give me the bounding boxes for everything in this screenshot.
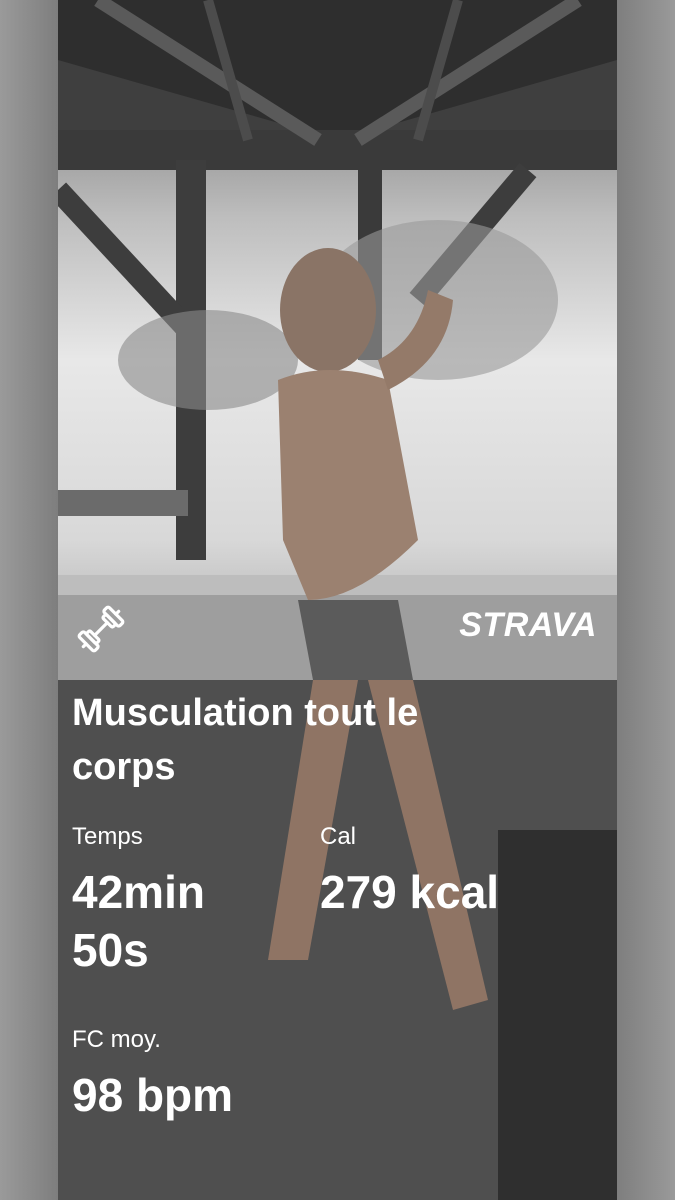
stat-time-label: Temps <box>72 823 143 850</box>
stat-calories: Cal 279 kcal <box>320 823 600 921</box>
activity-title: Musculation tout le corps <box>72 692 419 788</box>
stat-time-value: 42min 50s <box>72 866 205 976</box>
right-letterbox <box>617 0 675 1200</box>
activity-overlay: STRAVA Musculation tout le corps Temps 4… <box>58 0 617 1200</box>
strava-logo: STRAVA <box>459 606 597 644</box>
left-letterbox <box>0 0 58 1200</box>
stat-calories-label: Cal <box>320 823 357 850</box>
stat-heart-rate: FC moy. 98 bpm <box>72 1026 372 1124</box>
stat-heart-rate-label: FC moy. <box>72 1026 161 1053</box>
dumbbell-icon <box>72 600 130 658</box>
stat-calories-value: 279 kcal <box>320 866 500 918</box>
stat-heart-rate-value: 98 bpm <box>72 1069 234 1121</box>
stat-time: Temps 42min 50s <box>72 823 292 979</box>
